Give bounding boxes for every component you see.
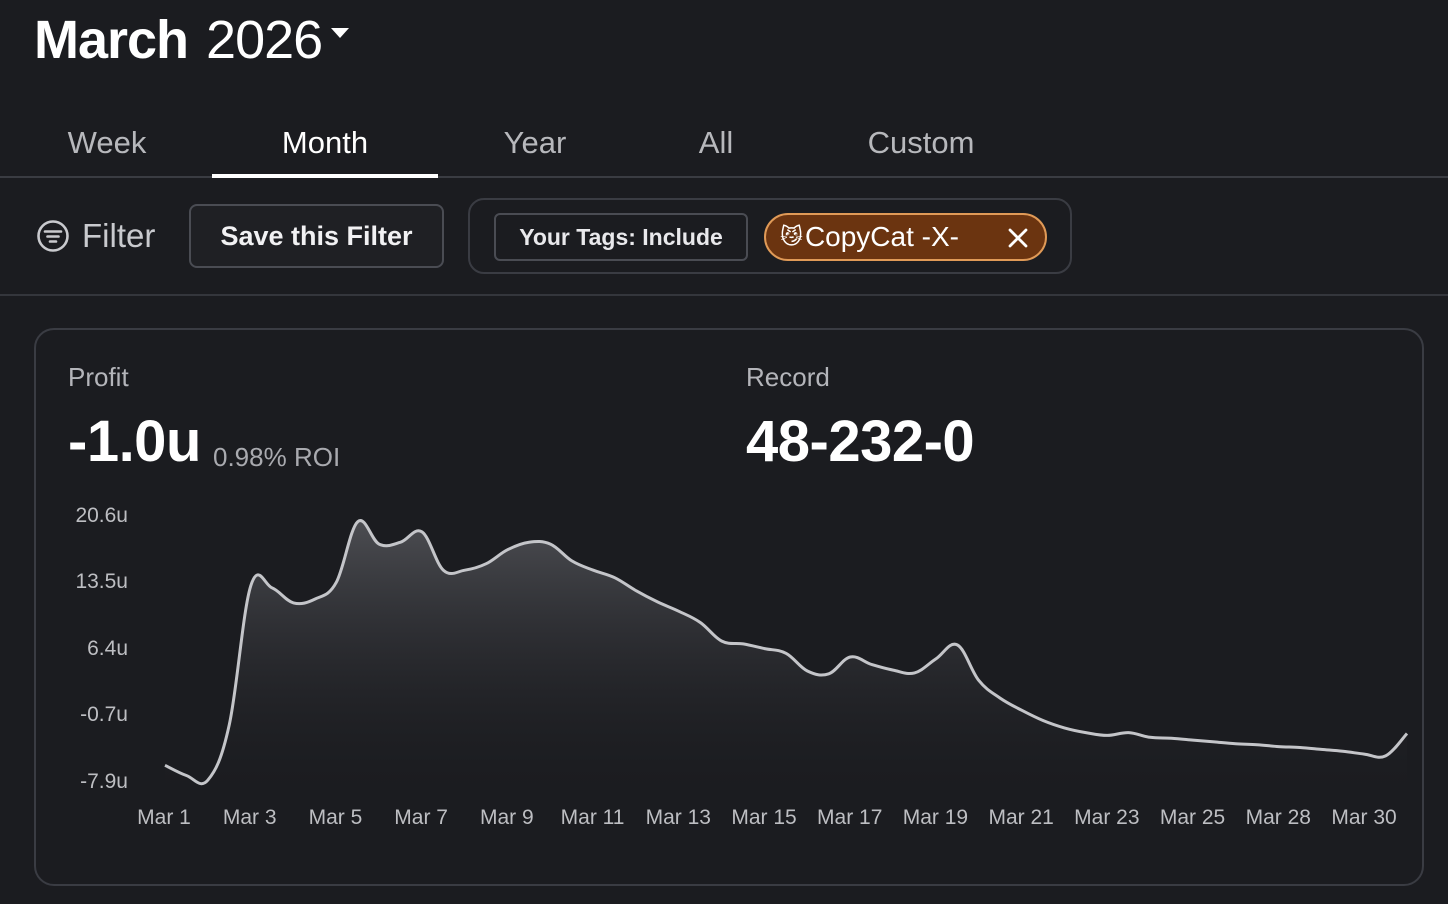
year-title: 2026 bbox=[206, 10, 323, 70]
filter-bar: Filter Save this Filter Your Tags: Inclu… bbox=[0, 178, 1448, 296]
cat-emoji-icon: 😼 bbox=[780, 224, 803, 249]
month-year-selector[interactable]: March 2026 bbox=[34, 8, 350, 72]
tag-chip-copycat[interactable]: 😼 CopyCat -X- bbox=[764, 213, 1047, 261]
tab-custom[interactable]: Custom bbox=[840, 110, 1002, 176]
filter-label: Filter bbox=[82, 217, 156, 254]
close-icon[interactable] bbox=[1007, 227, 1029, 249]
profit-area-fill bbox=[165, 520, 1407, 793]
filter-button[interactable]: Filter bbox=[36, 216, 155, 256]
tab-all[interactable]: All bbox=[676, 110, 756, 176]
tag-include-dropdown[interactable]: Your Tags: Include bbox=[494, 213, 748, 261]
month-title: March bbox=[34, 10, 189, 70]
caret-down-icon bbox=[331, 28, 350, 38]
period-tabs: Week Month Year All Custom bbox=[0, 110, 1448, 178]
tag-chip-label: CopyCat -X- bbox=[804, 221, 959, 252]
tab-week[interactable]: Week bbox=[40, 110, 174, 176]
tab-year[interactable]: Year bbox=[480, 110, 590, 176]
tag-filter-group: Your Tags: Include 😼 CopyCat -X- bbox=[468, 198, 1072, 274]
tab-month[interactable]: Month bbox=[212, 110, 438, 178]
save-filter-button[interactable]: Save this Filter bbox=[189, 204, 444, 268]
profit-card: Profit -1.0u 0.98% ROI Record 48-232-0 2… bbox=[34, 328, 1424, 886]
profit-chart bbox=[164, 519, 1409, 793]
filter-icon bbox=[37, 220, 69, 252]
